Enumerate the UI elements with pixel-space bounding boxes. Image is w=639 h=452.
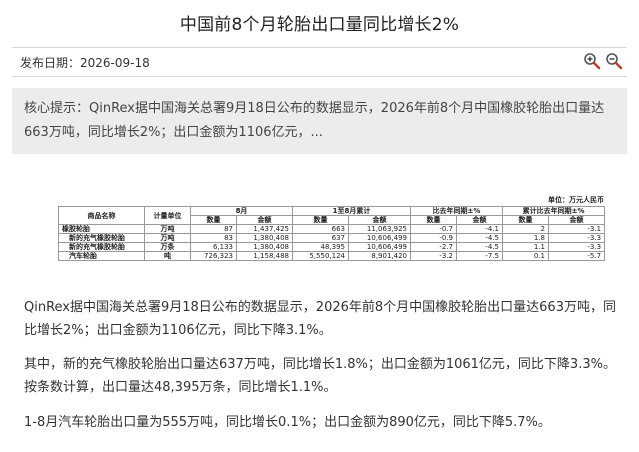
publish-date: 发布日期：2026-09-18 xyxy=(20,56,150,70)
row-unit: 万吨 xyxy=(144,224,191,234)
cell-aug-qty: 6,133 xyxy=(190,242,237,252)
header-amount: 金额 xyxy=(236,215,293,225)
cell-yoy-qty: -2.7 xyxy=(410,242,457,252)
cell-cum-qty: 0.1 xyxy=(502,251,550,261)
cell-aug-amount: 1,158,488 xyxy=(236,251,293,261)
table-row: 新的充气橡胶轮胎 万条 6,133 1,380,408 48,395 10,60… xyxy=(58,242,606,252)
cell-cum-amount: -3.1 xyxy=(548,224,606,234)
header-unit: 计量单位 xyxy=(144,206,191,225)
cell-aug-amount: 1,380,408 xyxy=(236,233,293,243)
row-product: 新的充气橡胶轮胎 xyxy=(58,242,145,252)
cell-yoy-amount: -7.5 xyxy=(455,251,504,261)
header-product: 商品名称 xyxy=(58,206,145,225)
header-cum-yoy: 累计比去年同期±% xyxy=(502,206,606,216)
data-table-image: 单位：万元人民币 商品名称 计量单位 8月 1至8月累计 比去年同期±% 累计比… xyxy=(58,195,606,261)
header-amount: 金额 xyxy=(455,215,504,225)
table-row: 新的充气橡胶轮胎 万吨 83 1,380,408 637 10,606,499 … xyxy=(58,233,606,243)
header-yoy: 比去年同期±% xyxy=(409,206,504,216)
cell-cum-amount: -3.3 xyxy=(548,233,606,243)
header-amount: 金额 xyxy=(348,215,411,225)
header-aug: 8月 xyxy=(190,206,293,216)
cell-ytd-amount: 10,606,499 xyxy=(348,233,411,243)
page-title: 中国前8个月轮胎出口量同比增长2% xyxy=(179,15,460,35)
cell-ytd-qty: 48,395 xyxy=(292,242,349,252)
cell-ytd-qty: 5,550,124 xyxy=(292,251,349,261)
row-product: 新的充气橡胶轮胎 xyxy=(58,233,145,243)
cell-ytd-amount: 10,606,499 xyxy=(348,242,411,252)
cell-cum-amount: -3.3 xyxy=(548,242,606,252)
article-paragraph: 1-8月汽车轮胎出口量为555万吨，同比增长0.1%；出口金额为890亿元，同比… xyxy=(24,415,551,430)
cell-ytd-qty: 637 xyxy=(292,233,349,243)
cell-aug-qty: 83 xyxy=(190,233,237,243)
cell-yoy-amount: -4.5 xyxy=(455,233,504,243)
header-ytd: 1至8月累计 xyxy=(292,206,411,216)
row-unit: 万条 xyxy=(144,242,191,252)
header-amount: 金额 xyxy=(548,215,606,225)
cell-yoy-qty: -3.2 xyxy=(410,251,457,261)
table-unit-note: 单位：万元人民币 xyxy=(548,196,604,204)
row-unit: 万吨 xyxy=(144,233,191,243)
cell-yoy-qty: -0.7 xyxy=(410,224,457,234)
cell-cum-amount: -5.7 xyxy=(548,251,606,261)
cell-aug-qty: 87 xyxy=(190,224,237,234)
cell-aug-qty: 726,323 xyxy=(190,251,237,261)
article-page: 中国前8个月轮胎出口量同比增长2% 发布日期：2026-09-18 核心提示：Q… xyxy=(0,0,639,452)
cell-aug-amount: 1,437,425 xyxy=(236,224,293,234)
zoom-in-icon[interactable] xyxy=(583,52,601,70)
header-qty: 数量 xyxy=(292,215,349,225)
cell-ytd-amount: 11,063,925 xyxy=(348,224,411,234)
table-row: 橡胶轮胎 万吨 87 1,437,425 663 11,063,925 -0.7… xyxy=(58,224,606,234)
header-qty: 数量 xyxy=(410,215,457,225)
summary-box: 核心提示：QinRex据中国海关总署9月18日公布的数据显示，2026年前8个月… xyxy=(12,88,627,154)
row-product: 橡胶轮胎 xyxy=(58,224,145,234)
header-qty: 数量 xyxy=(502,215,550,225)
cell-yoy-amount: -4.1 xyxy=(455,224,504,234)
cell-aug-amount: 1,380,408 xyxy=(236,242,293,252)
header-qty: 数量 xyxy=(190,215,237,225)
article-paragraph: QinRex据中国海关总署9月18日公布的数据显示，2026年前8个月中国橡胶轮… xyxy=(24,300,616,338)
row-unit: 吨 xyxy=(144,251,191,261)
cell-cum-qty: 1.1 xyxy=(502,242,550,252)
cell-ytd-qty: 663 xyxy=(292,224,349,234)
cell-cum-qty: 2 xyxy=(502,224,550,234)
cell-ytd-amount: 8,901,420 xyxy=(348,251,411,261)
cell-yoy-qty: -0.9 xyxy=(410,233,457,243)
zoom-out-icon[interactable] xyxy=(605,52,623,70)
cell-yoy-amount: -4.5 xyxy=(455,242,504,252)
article-paragraph: 其中，新的充气橡胶轮胎出口量达637万吨，同比增长1.8%；出口金额为1061亿… xyxy=(24,357,616,395)
article-meta-bar: 发布日期：2026-09-18 xyxy=(12,47,627,77)
table-row: 汽车轮胎 吨 726,323 1,158,488 5,550,124 8,901… xyxy=(58,251,606,261)
tire-export-table: 商品名称 计量单位 8月 1至8月累计 比去年同期±% 累计比去年同期±% 数量… xyxy=(58,206,606,261)
cell-cum-qty: 1.8 xyxy=(502,233,550,243)
row-product: 汽车轮胎 xyxy=(58,251,145,261)
